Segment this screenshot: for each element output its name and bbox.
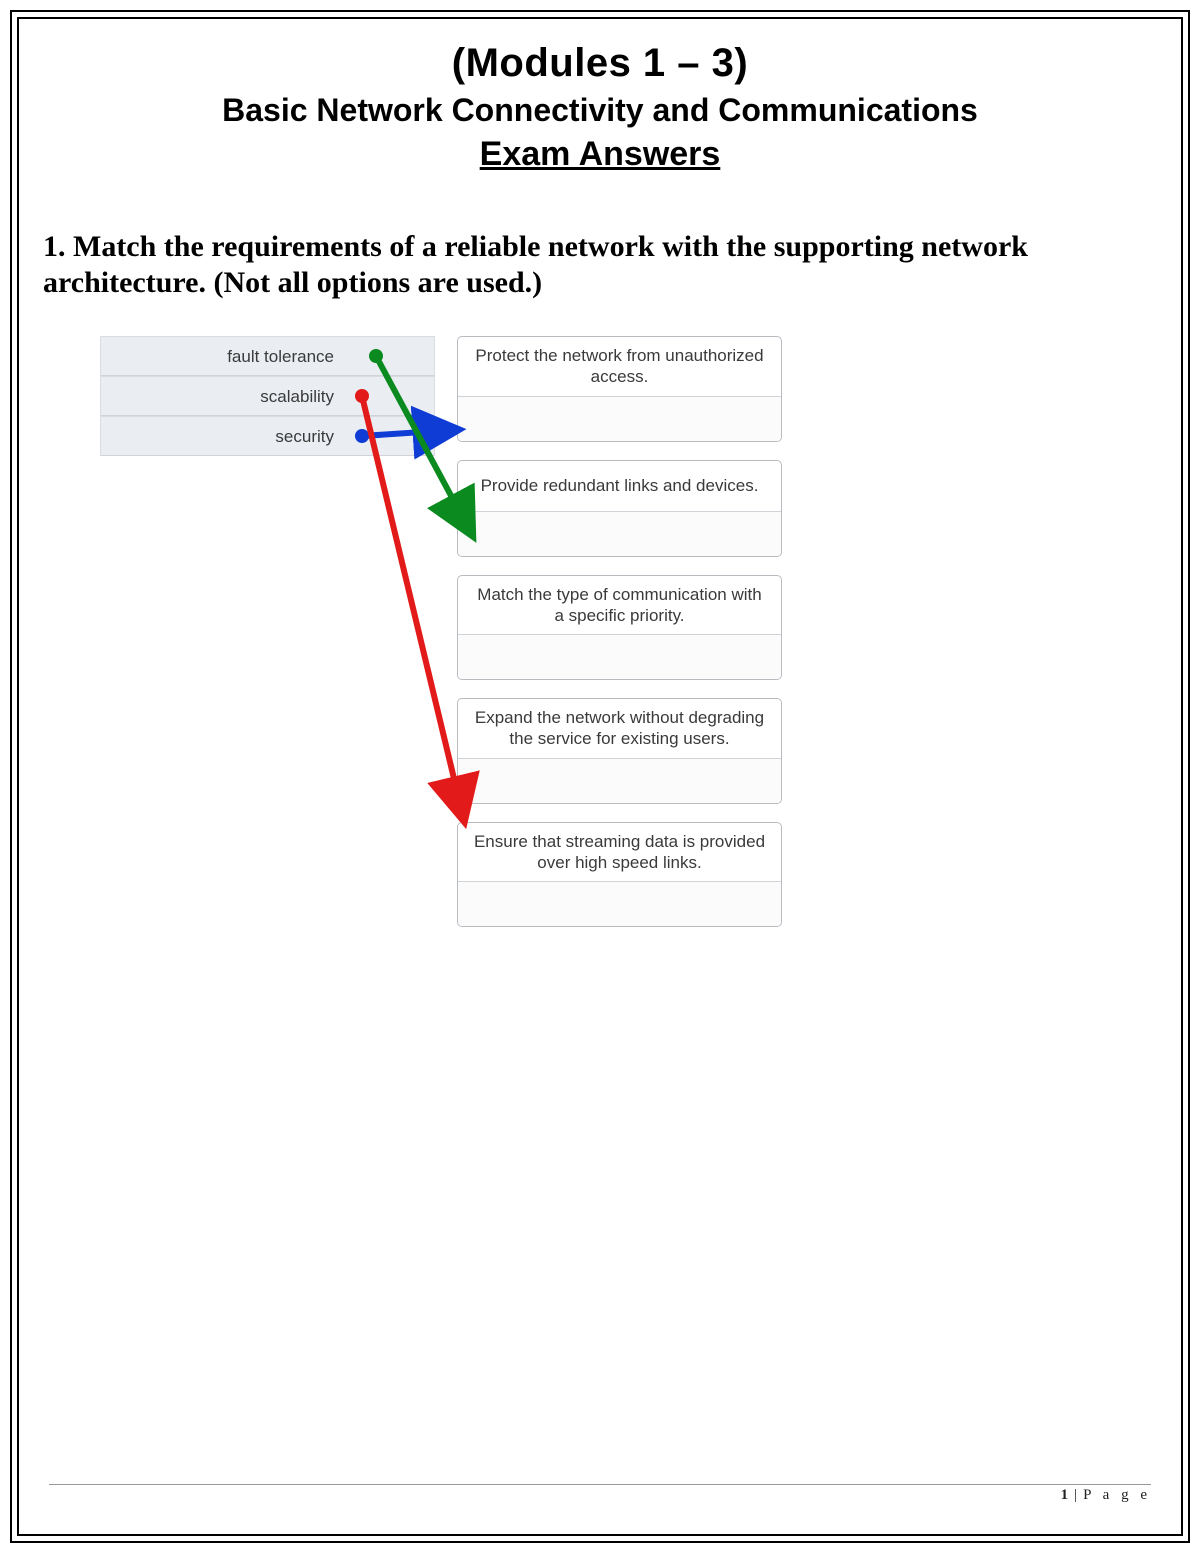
drop-zone[interactable] (458, 881, 781, 926)
page-number: 1 (1061, 1487, 1071, 1503)
page-footer: 1|P a g e (49, 1484, 1151, 1504)
title-modules: (Modules 1 – 3) (39, 41, 1161, 86)
drop-zone[interactable] (458, 758, 781, 803)
target-box[interactable]: Ensure that streaming data is provided o… (457, 822, 782, 928)
drop-zone[interactable] (458, 634, 781, 679)
left-item-fault-tolerance[interactable]: fault tolerance (100, 336, 435, 376)
title-course: Basic Network Connectivity and Communica… (39, 92, 1161, 129)
target-label: Protect the network from unauthorized ac… (458, 337, 781, 396)
target-label: Match the type of communication with a s… (458, 576, 781, 635)
target-label: Provide redundant links and devices. (458, 461, 781, 511)
target-label: Ensure that streaming data is provided o… (458, 823, 781, 882)
left-item-scalability[interactable]: scalability (100, 376, 435, 416)
arrow-scalability (362, 396, 463, 816)
target-box[interactable]: Protect the network from unauthorized ac… (457, 336, 782, 442)
target-box[interactable]: Match the type of communication with a s… (457, 575, 782, 681)
page-label: P a g e (1083, 1487, 1151, 1503)
left-item-label: fault tolerance (227, 347, 334, 366)
question-text: 1. Match the requirements of a reliable … (39, 229, 1161, 301)
left-item-label: scalability (260, 387, 334, 406)
target-box[interactable]: Provide redundant links and devices. (457, 460, 782, 557)
drop-zone[interactable] (458, 396, 781, 441)
left-item-label: security (275, 427, 334, 446)
target-box[interactable]: Expand the network without degrading the… (457, 698, 782, 804)
title-block: (Modules 1 – 3) Basic Network Connectivi… (39, 41, 1161, 174)
drop-zone[interactable] (458, 511, 781, 556)
page-frame: (Modules 1 – 3) Basic Network Connectivi… (17, 17, 1183, 1536)
target-label: Expand the network without degrading the… (458, 699, 781, 758)
left-options-column: fault tolerance scalability security (100, 336, 435, 456)
right-targets-column: Protect the network from unauthorized ac… (457, 336, 782, 945)
matching-diagram: fault tolerance scalability security Pro… (100, 336, 1100, 1106)
title-exam-answers: Exam Answers (480, 135, 721, 174)
left-item-security[interactable]: security (100, 416, 435, 456)
